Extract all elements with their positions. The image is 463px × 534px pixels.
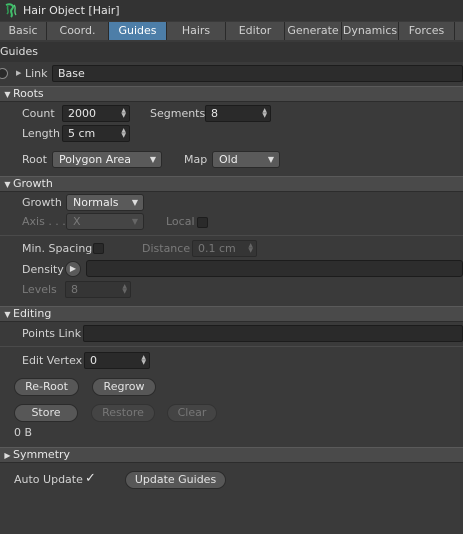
- density-map-field[interactable]: [86, 260, 463, 277]
- symmetry-header[interactable]: ▶ Symmetry: [0, 447, 463, 463]
- levels-value: 8: [71, 283, 78, 296]
- spinner-icon[interactable]: ▲ ▼: [121, 108, 126, 119]
- editing-header-label: Editing: [13, 307, 52, 320]
- count-value: 2000: [68, 107, 96, 120]
- segments-label: Segments: [150, 107, 206, 120]
- levels-label: Levels: [22, 283, 57, 296]
- divider: [0, 346, 463, 347]
- hair-object-icon: [5, 2, 17, 18]
- auto-update-checkbox[interactable]: ✓: [85, 470, 96, 488]
- points-link-label: Points Link: [22, 327, 82, 340]
- map-dropdown[interactable]: Old ▼: [212, 151, 280, 168]
- link-field[interactable]: Base: [52, 65, 463, 82]
- axis-value: X: [73, 215, 81, 228]
- segments-field[interactable]: 8 ▲ ▼: [205, 105, 271, 122]
- length-value: 5 cm: [68, 127, 96, 140]
- expand-icon: ▶: [4, 451, 11, 460]
- tab-coord[interactable]: Coord.: [47, 22, 109, 40]
- growth-header[interactable]: ▼ Growth: [0, 176, 463, 192]
- section-title: Guides: [0, 42, 463, 62]
- chevron-down-icon: ▼: [131, 198, 138, 207]
- collapse-icon: ▼: [4, 180, 11, 189]
- distance-field[interactable]: 0.1 cm ▲ ▼: [192, 240, 257, 257]
- roots-header-label: Roots: [13, 87, 44, 100]
- count-label: Count: [22, 107, 55, 120]
- edit-vertex-label: Edit Vertex: [22, 354, 83, 367]
- length-field[interactable]: 5 cm ▲ ▼: [62, 125, 130, 142]
- regrow-button[interactable]: Regrow: [92, 378, 156, 396]
- window-title: Hair Object [Hair]: [23, 4, 120, 17]
- spinner-icon[interactable]: ▲ ▼: [141, 355, 146, 366]
- tab-overflow[interactable]: [455, 22, 463, 40]
- store-button[interactable]: Store: [14, 404, 78, 422]
- map-value: Old: [219, 153, 238, 166]
- tab-bar: Basic Coord. Guides Hairs Editor Generat…: [0, 22, 463, 40]
- levels-field[interactable]: 8 ▲ ▼: [65, 281, 131, 298]
- root-dropdown[interactable]: Polygon Area ▼: [52, 151, 162, 168]
- tab-generate[interactable]: Generate: [285, 22, 342, 40]
- clear-button[interactable]: Clear: [167, 404, 217, 422]
- spinner-icon[interactable]: ▲ ▼: [121, 128, 126, 139]
- tab-basic[interactable]: Basic: [0, 22, 47, 40]
- distance-value: 0.1 cm: [198, 242, 236, 255]
- chevron-down-icon: ▼: [267, 155, 274, 164]
- animate-radio[interactable]: [0, 68, 8, 79]
- growth-label: Growth: [22, 196, 62, 209]
- auto-update-label: Auto Update: [14, 473, 83, 486]
- divider: [0, 235, 463, 236]
- min-spacing-label: Min. Spacing: [22, 242, 93, 255]
- local-checkbox[interactable]: [197, 217, 208, 228]
- restore-button[interactable]: Restore: [91, 404, 155, 422]
- chevron-down-icon: ▼: [131, 217, 138, 226]
- local-label: Local: [166, 215, 195, 228]
- axis-label: Axis . . .: [22, 215, 66, 228]
- title-bar: Hair Object [Hair]: [0, 0, 463, 21]
- length-label: Length: [22, 127, 60, 140]
- points-link-field[interactable]: [83, 325, 463, 342]
- growth-value: Normals: [73, 196, 119, 209]
- link-label: Link: [25, 67, 48, 80]
- tab-guides[interactable]: Guides: [109, 22, 167, 40]
- map-label: Map: [184, 153, 208, 166]
- stored-size: 0 B: [14, 426, 33, 439]
- spinner-icon[interactable]: ▲ ▼: [248, 243, 253, 254]
- chevron-down-icon: ▼: [149, 155, 156, 164]
- min-spacing-checkbox[interactable]: [93, 243, 104, 254]
- symmetry-header-label: Symmetry: [13, 448, 71, 461]
- count-field[interactable]: 2000 ▲ ▼: [62, 105, 130, 122]
- expand-link-icon[interactable]: ▶: [16, 64, 21, 82]
- collapse-icon: ▼: [4, 90, 11, 99]
- edit-vertex-field[interactable]: 0 ▲ ▼: [84, 352, 150, 369]
- root-label: Root: [22, 153, 47, 166]
- tab-dynamics[interactable]: Dynamics: [342, 22, 399, 40]
- spinner-icon[interactable]: ▲ ▼: [262, 108, 267, 119]
- reroot-button[interactable]: Re-Root: [14, 378, 79, 396]
- spinner-icon[interactable]: ▲ ▼: [122, 284, 127, 295]
- segments-value: 8: [211, 107, 218, 120]
- growth-dropdown[interactable]: Normals ▼: [66, 194, 144, 211]
- density-label: Density: [22, 263, 64, 276]
- root-value: Polygon Area: [59, 153, 132, 166]
- density-map-button[interactable]: ▶: [65, 261, 81, 277]
- edit-vertex-value: 0: [90, 354, 97, 367]
- roots-header[interactable]: ▼ Roots: [0, 86, 463, 102]
- tab-forces[interactable]: Forces: [399, 22, 455, 40]
- collapse-icon: ▼: [4, 310, 11, 319]
- editing-header[interactable]: ▼ Editing: [0, 306, 463, 322]
- update-guides-button[interactable]: Update Guides: [125, 471, 226, 489]
- axis-dropdown[interactable]: X ▼: [66, 213, 144, 230]
- tab-editor[interactable]: Editor: [226, 22, 285, 40]
- growth-header-label: Growth: [13, 177, 53, 190]
- tab-hairs[interactable]: Hairs: [167, 22, 226, 40]
- distance-label: Distance: [142, 242, 191, 255]
